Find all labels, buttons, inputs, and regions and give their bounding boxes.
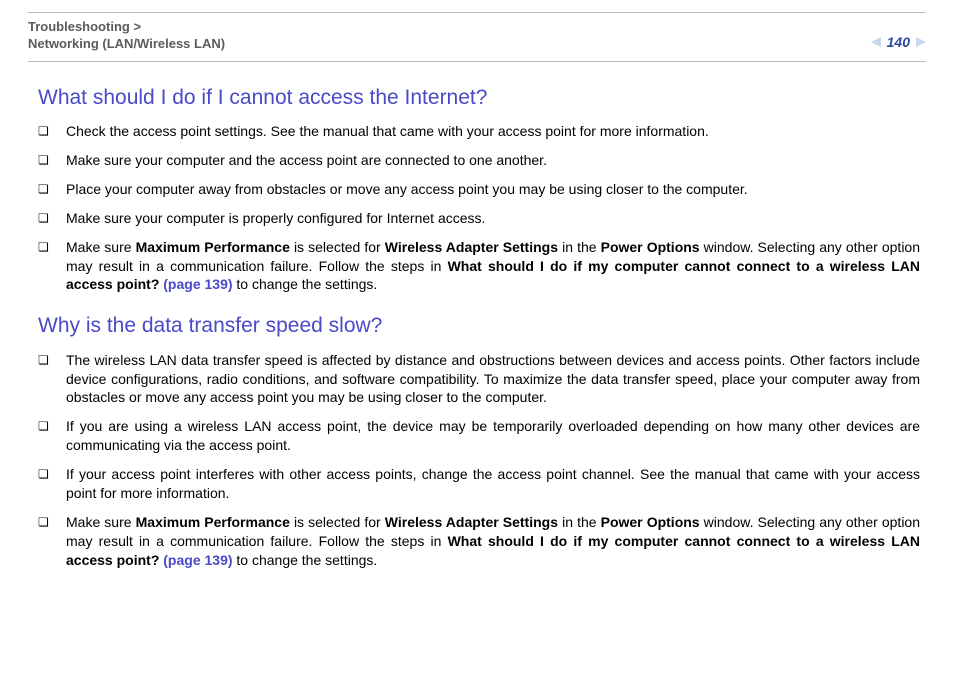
list-item: ❏ Make sure your computer and the access… bbox=[38, 151, 920, 170]
breadcrumb: Troubleshooting > Networking (LAN/Wirele… bbox=[28, 19, 225, 53]
page-number: 140 bbox=[887, 33, 910, 52]
list-item-text: If you are using a wireless LAN access p… bbox=[66, 417, 920, 455]
breadcrumb-section: Troubleshooting bbox=[28, 19, 130, 34]
bullet-icon: ❏ bbox=[38, 513, 52, 570]
next-page-icon[interactable] bbox=[916, 37, 926, 47]
breadcrumb-separator: > bbox=[133, 19, 141, 34]
list-item-text: Make sure Maximum Performance is selecte… bbox=[66, 238, 920, 295]
list-item-text: Make sure your computer and the access p… bbox=[66, 151, 920, 170]
list-item: ❏ Make sure Maximum Performance is selec… bbox=[38, 513, 920, 570]
bullet-icon: ❏ bbox=[38, 351, 52, 408]
bullet-icon: ❏ bbox=[38, 238, 52, 295]
bullet-icon: ❏ bbox=[38, 209, 52, 228]
prev-page-icon[interactable] bbox=[871, 37, 881, 47]
breadcrumb-subsection: Networking (LAN/Wireless LAN) bbox=[28, 36, 225, 51]
page-number-nav: 140 bbox=[871, 33, 926, 52]
bullet-icon: ❏ bbox=[38, 151, 52, 170]
list-item-text: Place your computer away from obstacles … bbox=[66, 180, 920, 199]
list-item-text: The wireless LAN data transfer speed is … bbox=[66, 351, 920, 408]
bullet-icon: ❏ bbox=[38, 180, 52, 199]
header-divider bbox=[28, 61, 926, 62]
bullet-icon: ❏ bbox=[38, 417, 52, 455]
list-item: ❏ The wireless LAN data transfer speed i… bbox=[38, 351, 920, 408]
document-page: Troubleshooting > Networking (LAN/Wirele… bbox=[0, 0, 954, 674]
bullet-icon: ❏ bbox=[38, 465, 52, 503]
list-item: ❏ Make sure your computer is properly co… bbox=[38, 209, 920, 228]
list-item-text: Make sure Maximum Performance is selecte… bbox=[66, 513, 920, 570]
list-item-text: Make sure your computer is properly conf… bbox=[66, 209, 920, 228]
list-item: ❏ Check the access point settings. See t… bbox=[38, 122, 920, 141]
list-item: ❏ If you are using a wireless LAN access… bbox=[38, 417, 920, 455]
page-content: What should I do if I cannot access the … bbox=[28, 84, 926, 570]
page-header: Troubleshooting > Networking (LAN/Wirele… bbox=[28, 12, 926, 53]
bullet-icon: ❏ bbox=[38, 122, 52, 141]
list-item: ❏ If your access point interferes with o… bbox=[38, 465, 920, 503]
list-item-text: Check the access point settings. See the… bbox=[66, 122, 920, 141]
list-item-text: If your access point interferes with oth… bbox=[66, 465, 920, 503]
list-item: ❏ Make sure Maximum Performance is selec… bbox=[38, 238, 920, 295]
section-heading: What should I do if I cannot access the … bbox=[38, 84, 920, 112]
bullet-list: ❏ Check the access point settings. See t… bbox=[38, 122, 920, 294]
list-item: ❏ Place your computer away from obstacle… bbox=[38, 180, 920, 199]
section-heading: Why is the data transfer speed slow? bbox=[38, 312, 920, 340]
bullet-list: ❏ The wireless LAN data transfer speed i… bbox=[38, 351, 920, 570]
